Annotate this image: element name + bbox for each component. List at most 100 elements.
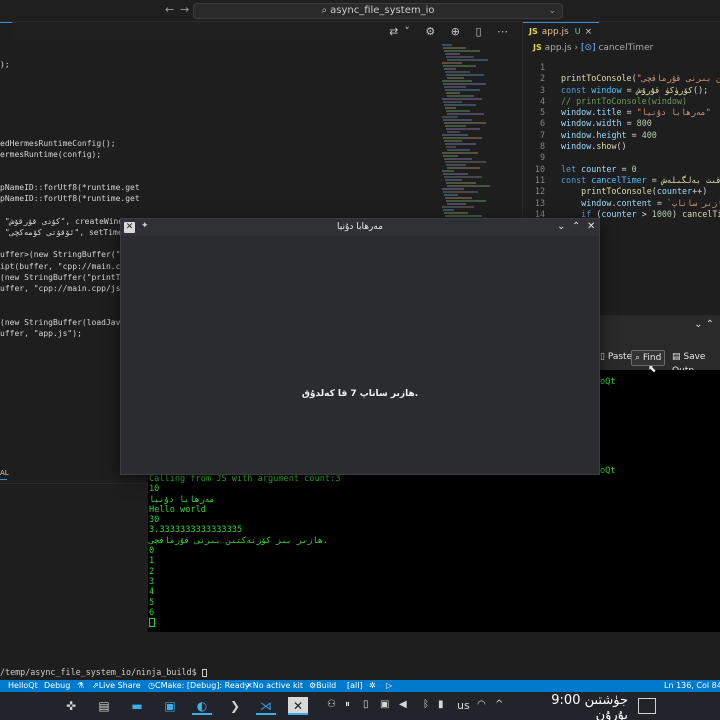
code-token: title: [596, 107, 622, 118]
code-line[interactable]: [0, 115, 145, 126]
terminal-line: 10: [149, 484, 160, 495]
flask-icon[interactable]: ⚗: [77, 680, 84, 692]
save-output-button[interactable]: ▤ Save Outp: [669, 350, 720, 376]
code-line[interactable]: 7 window.height = 400: [523, 130, 720, 141]
back-arrow-icon[interactable]: ←: [165, 3, 174, 16]
panel-tab-label[interactable]: AL: [0, 469, 9, 477]
qt-window[interactable]: ✕ ✦ مەرھابا دۇنيا ⌄ ⌃ ✕ هازىر ساناپ 7 قا…: [120, 218, 600, 475]
chevron-down-icon[interactable]: ⌄: [548, 4, 556, 18]
code-line[interactable]: 10 let counter = 0: [523, 164, 720, 175]
code-line[interactable]: [0, 205, 145, 216]
code-token: show: [596, 141, 617, 152]
status-bar: HelloQt Debug ⚗ ⇗ Live Share ◷ CMake: [D…: [0, 680, 720, 692]
tab-app-js[interactable]: JS app.js U ×: [523, 22, 599, 42]
code-line[interactable]: [0, 171, 145, 182]
code-line[interactable]: 12 printToConsole(counter++): [523, 186, 720, 197]
code-line[interactable]: 8 window.show(): [523, 141, 720, 152]
store-icon[interactable]: ▣: [160, 697, 180, 715]
code-line[interactable]: [0, 82, 145, 93]
minimap-line: [445, 89, 480, 91]
code-line[interactable]: 5 window.title = "مەرھابا دۇنيا": [523, 107, 720, 118]
terminal-icon[interactable]: ❯: [225, 697, 245, 715]
code-token: ++): [692, 186, 708, 197]
tray-clipboard-icon[interactable]: ▯: [363, 699, 369, 710]
code-line[interactable]: [0, 48, 145, 59]
vscode-icon[interactable]: ⋊: [256, 697, 276, 715]
run-icon[interactable]: ▷: [386, 680, 392, 692]
line-number: 7: [539, 129, 545, 140]
clock[interactable]: 9:00 جۈشتىن بۇرۇن 2022-10-22: [516, 693, 628, 720]
tray-updates-icon[interactable]: ▣: [380, 699, 389, 710]
minimap-line: [443, 65, 476, 67]
cmake-status[interactable]: ◷ CMake: [Debug]: Ready: [148, 680, 250, 692]
status-build-type[interactable]: Debug: [44, 680, 70, 692]
minimap[interactable]: [442, 44, 492, 224]
build-button[interactable]: ⚙ Build: [309, 680, 336, 692]
code-token: 400: [641, 129, 657, 140]
maximize-icon[interactable]: ⌃: [572, 221, 580, 232]
status-target[interactable]: HelloQt: [8, 680, 38, 692]
editor-actions[interactable]: ⇄˅ ⚙ ⊕ ▯ ⋯: [389, 25, 514, 38]
code-line[interactable]: [0, 160, 145, 171]
kit-selector[interactable]: ✕ No active kit: [246, 680, 303, 692]
code-token: >: [636, 208, 652, 219]
battery-icon[interactable]: ▮: [438, 699, 444, 710]
code-line[interactable]: pNameID::forUtf8(*runtime.get: [0, 193, 145, 204]
keyboard-layout[interactable]: us: [457, 699, 470, 712]
breadcrumb-file[interactable]: app.js: [545, 43, 572, 53]
wifi-icon[interactable]: ◠: [477, 699, 486, 710]
forward-arrow-icon[interactable]: →: [180, 3, 189, 16]
code-line[interactable]: 1: [523, 62, 720, 73]
code-line[interactable]: 4 // printToConsole(window): [523, 96, 720, 107]
code-line[interactable]: 9: [523, 152, 720, 163]
edge-browser-icon[interactable]: ◐: [192, 697, 212, 715]
code-line[interactable]: edHermesRuntimeConfig();: [0, 138, 145, 149]
code-line[interactable]: [0, 104, 145, 115]
breadcrumb-symbol[interactable]: cancelTimer: [598, 43, 653, 53]
code-line[interactable]: [0, 126, 145, 137]
code-line[interactable]: 6 window.width = 800: [523, 118, 720, 129]
code-line[interactable]: 3 const window = كۆرۈكۈ قۇرۇش();: [523, 85, 720, 96]
close-icon[interactable]: ✕: [587, 221, 595, 232]
shell-prompt[interactable]: /temp/async_file_system_io/ninja_build$: [0, 664, 720, 680]
right-code[interactable]: 12printToConsole("كۆزئەكتىن بىرنى قۇرماق…: [523, 62, 720, 220]
cursor-position[interactable]: Ln 136, Col 84: [664, 680, 720, 692]
app-launcher-icon[interactable]: ✜: [61, 697, 81, 715]
bluetooth-icon[interactable]: ᛒ: [423, 699, 429, 710]
code-line[interactable]: 2printToConsole("كۆزئەكتىن بىرنى قۇرماقچ…: [523, 73, 720, 84]
tray-pause-icon[interactable]: ⏸: [345, 699, 350, 710]
code-token: window: [561, 129, 592, 140]
paste-button[interactable]: ▯ Paste: [597, 350, 635, 366]
minimize-icon[interactable]: ⌄: [557, 221, 565, 232]
active-tab-fragment[interactable]: [0, 22, 12, 42]
code-line[interactable]: 13 window.content = `هازىر ساناپ ${count…: [523, 198, 720, 209]
code-line[interactable]: 11const cancelTimer = ۋاقىت بەلگىلەش((): [523, 175, 720, 186]
code-line[interactable]: [0, 93, 145, 104]
close-icon[interactable]: ×: [585, 27, 593, 37]
code-line[interactable]: );: [0, 59, 145, 70]
debug-icon[interactable]: ✲: [369, 680, 376, 692]
left-tab-bar: ⇄˅ ⚙ ⊕ ▯ ⋯: [0, 22, 522, 42]
file-manager-icon[interactable]: ▬: [127, 697, 147, 715]
live-share-button[interactable]: ⇗ Live Share: [92, 680, 141, 692]
breadcrumb[interactable]: JS app.js › [⊙] cancelTimer: [533, 43, 653, 53]
minimap-line: [442, 170, 454, 172]
search-icon: ⌕: [321, 5, 328, 16]
minimap-line: [446, 164, 466, 166]
minimap-line: [447, 131, 460, 133]
tray-network-icon[interactable]: ⚇: [327, 699, 336, 710]
code-line[interactable]: pNameID::forUtf8(*runtime.get: [0, 182, 145, 193]
system-settings-icon[interactable]: ▤: [94, 697, 114, 715]
code-line[interactable]: [0, 70, 145, 81]
volume-icon[interactable]: ◀: [399, 699, 407, 710]
window-controls[interactable]: ⌄ ⌃: [694, 319, 714, 330]
code-token: const: [561, 84, 592, 95]
minimap-line: [445, 197, 472, 199]
code-line[interactable]: ermesRuntime(config);: [0, 149, 145, 160]
x-window-icon[interactable]: ✕: [288, 697, 308, 715]
command-center-search[interactable]: ⌕ async_file_system_io ⌄: [193, 3, 563, 19]
show-desktop-icon[interactable]: [638, 698, 656, 714]
tray-expand-icon[interactable]: ^: [495, 699, 503, 710]
window-titlebar[interactable]: ✕ ✦ مەرھابا دۇنيا ⌄ ⌃ ✕: [121, 219, 599, 236]
build-target[interactable]: [all]: [347, 680, 363, 692]
